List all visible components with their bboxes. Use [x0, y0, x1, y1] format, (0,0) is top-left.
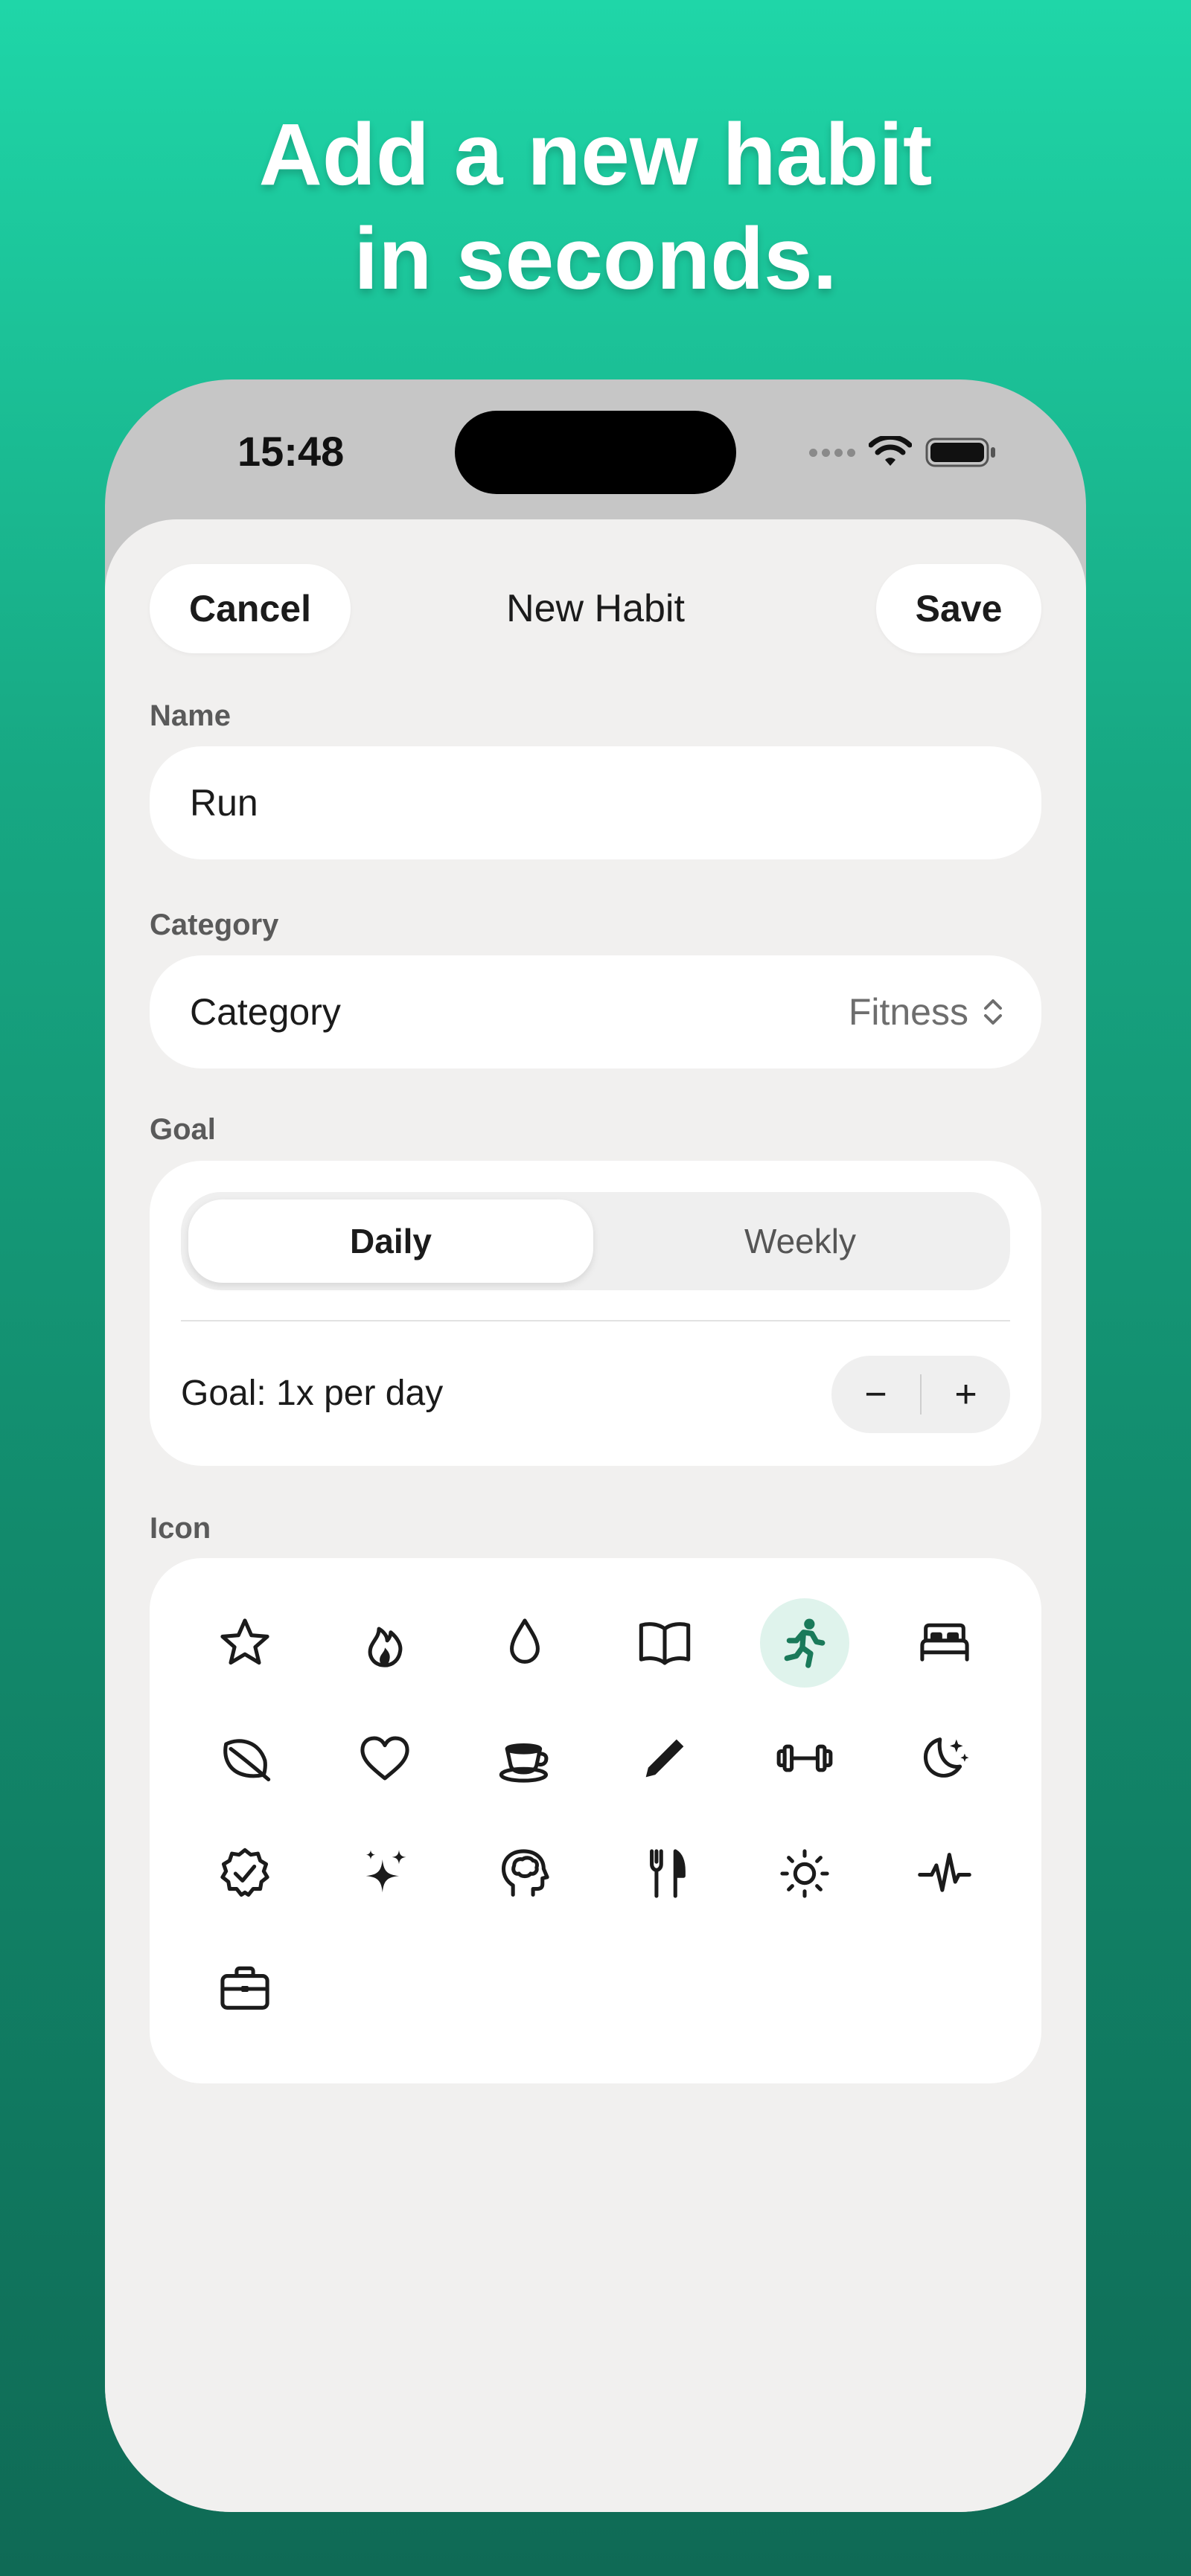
- divider: [181, 1320, 1010, 1321]
- name-field[interactable]: Run: [150, 746, 1041, 859]
- icon-option-heart[interactable]: [340, 1714, 430, 1803]
- icon-option-running[interactable]: [760, 1598, 849, 1688]
- icon-option-sparkles[interactable]: [340, 1829, 430, 1918]
- icon-option-dumbbell[interactable]: [760, 1714, 849, 1803]
- save-button[interactable]: Save: [876, 564, 1041, 653]
- status-time: 15:48: [237, 428, 345, 475]
- status-icons: [809, 436, 997, 469]
- icon-option-star[interactable]: [200, 1598, 290, 1688]
- icon-option-brain-head[interactable]: [480, 1829, 569, 1918]
- category-picker[interactable]: Category Fitness: [150, 955, 1041, 1068]
- brain-head-icon: [501, 1849, 549, 1897]
- headline: Add a new habit in seconds.: [0, 103, 1191, 311]
- bed-icon: [920, 1623, 969, 1662]
- name-field-value: Run: [190, 782, 258, 824]
- category-section-label: Category: [150, 909, 279, 941]
- pencil-icon: [645, 1739, 684, 1778]
- drop-icon: [510, 1618, 540, 1664]
- icon-picker-card: [150, 1558, 1041, 2083]
- running-icon: [784, 1618, 826, 1668]
- flame-icon: [368, 1627, 403, 1667]
- icon-option-flame[interactable]: [340, 1598, 430, 1688]
- category-row-label: Category: [190, 991, 341, 1033]
- goal-text: Goal: 1x per day: [181, 1373, 444, 1413]
- sparkles-icon: [365, 1850, 406, 1893]
- icon-option-sun[interactable]: [760, 1829, 849, 1918]
- decrement-button[interactable]: −: [831, 1356, 920, 1433]
- battery-icon: [925, 438, 995, 467]
- sun-icon: [780, 1849, 829, 1898]
- category-selected-value: Fitness: [848, 991, 968, 1033]
- phone-frame: 15:48 Cancel New Habit Save Name Run Cat…: [105, 379, 1086, 2512]
- moon-stars-icon: [923, 1737, 969, 1778]
- icon-option-pencil[interactable]: [620, 1714, 709, 1803]
- leaf-icon: [223, 1739, 271, 1782]
- goal-card: Daily Weekly Goal: 1x per day − +: [150, 1161, 1041, 1466]
- dynamic-island: [455, 411, 736, 494]
- badge-check-icon: [220, 1848, 269, 1897]
- new-habit-sheet: Cancel New Habit Save Name Run Category …: [105, 519, 1086, 2512]
- category-value: Fitness: [849, 955, 1004, 1068]
- icon-option-briefcase[interactable]: [200, 1944, 290, 2034]
- segment-weekly[interactable]: Weekly: [598, 1199, 1003, 1283]
- fork-knife-icon: [650, 1849, 686, 1898]
- goal-stepper: − +: [831, 1356, 1010, 1433]
- goal-section-label: Goal: [150, 1113, 216, 1146]
- heartbeat-icon: [918, 1853, 971, 1892]
- segment-daily[interactable]: Daily: [188, 1199, 593, 1283]
- heart-icon: [360, 1736, 409, 1781]
- icon-option-heartbeat[interactable]: [900, 1829, 989, 1918]
- wifi-icon: [869, 436, 912, 466]
- dumbbell-icon: [776, 1744, 833, 1772]
- icon-option-moon-stars[interactable]: [900, 1714, 989, 1803]
- icon-option-badge-check[interactable]: [200, 1829, 290, 1918]
- headline-line-2: in seconds.: [354, 210, 837, 308]
- icon-option-drop[interactable]: [480, 1598, 569, 1688]
- icon-option-cup[interactable]: [480, 1714, 569, 1803]
- icon-option-book[interactable]: [620, 1598, 709, 1688]
- cellular-dots-icon: [809, 448, 855, 457]
- icon-option-bed[interactable]: [900, 1598, 989, 1688]
- name-section-label: Name: [150, 699, 231, 732]
- icon-option-fork-knife[interactable]: [620, 1829, 709, 1918]
- icon-option-leaf[interactable]: [200, 1714, 290, 1803]
- chevron-up-down-icon: [984, 999, 1002, 1025]
- briefcase-icon: [220, 1966, 269, 2010]
- cup-icon: [499, 1743, 549, 1783]
- increment-button[interactable]: +: [922, 1356, 1010, 1433]
- headline-line-1: Add a new habit: [258, 106, 933, 204]
- star-icon: [220, 1618, 269, 1665]
- icon-section-label: Icon: [150, 1512, 211, 1545]
- goal-period-segmented-control: Daily Weekly: [181, 1192, 1010, 1290]
- book-icon: [639, 1622, 691, 1665]
